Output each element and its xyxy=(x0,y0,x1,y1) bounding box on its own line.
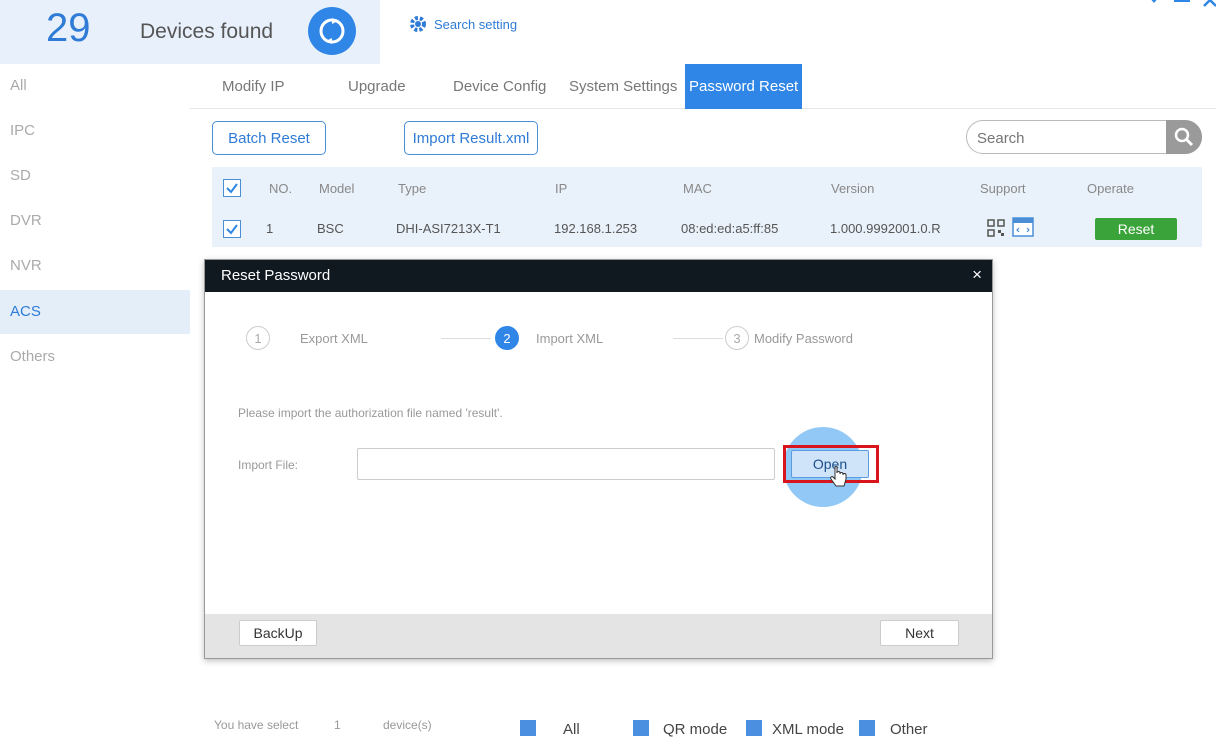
import-file-label: Import File: xyxy=(238,458,299,472)
function-tabs: Modify IP Upgrade Device Config System S… xyxy=(190,64,1216,109)
step-2-label: Import XML xyxy=(536,331,604,346)
category-sidebar: All IPC SD DVR NVR ACS Others xyxy=(0,64,190,736)
cell-type: DHI-ASI7213X-T1 xyxy=(396,221,501,236)
column-header-type: Type xyxy=(398,181,427,196)
close-icon[interactable] xyxy=(1202,0,1216,8)
step-connector xyxy=(673,338,723,339)
dialog-titlebar: Reset Password × xyxy=(205,260,992,292)
step-3-circle: 3 xyxy=(725,326,749,350)
search-button[interactable] xyxy=(1166,120,1202,154)
dialog-title: Reset Password xyxy=(221,267,331,284)
legend-other-label: Other xyxy=(890,721,928,738)
column-header-no: NO. xyxy=(269,181,293,196)
next-button[interactable]: Next xyxy=(880,620,959,646)
search-box xyxy=(966,120,1202,154)
step-1-label: Export XML xyxy=(300,331,368,346)
device-count-panel: 29 Devices found xyxy=(0,0,380,64)
devices-found-label: Devices found xyxy=(140,20,274,43)
cell-ip: 192.168.1.253 xyxy=(554,221,638,236)
dropdown-icon[interactable] xyxy=(1146,0,1162,8)
legend-xml-swatch xyxy=(746,720,762,736)
select-all-checkbox[interactable] xyxy=(223,179,241,197)
tab-modify-ip[interactable]: Modify IP xyxy=(222,64,285,109)
sidebar-item-ipc[interactable]: IPC xyxy=(0,109,190,153)
dialog-footer: BackUp Next xyxy=(205,614,992,658)
selected-count: 1 xyxy=(334,718,341,732)
step-2-circle: 2 xyxy=(495,326,519,350)
cell-mac: 08:ed:ed:a5:ff:85 xyxy=(681,221,779,236)
import-file-field[interactable] xyxy=(357,448,775,480)
import-result-button[interactable]: Import Result.xml xyxy=(404,121,538,155)
search-icon xyxy=(1174,127,1194,147)
legend-qr-swatch xyxy=(633,720,649,736)
sidebar-item-all[interactable]: All xyxy=(0,64,190,108)
search-input[interactable] xyxy=(977,127,1167,149)
selection-status-bar: You have select 1 device(s) All QR mode … xyxy=(0,712,1216,738)
tab-password-reset[interactable]: Password Reset xyxy=(685,64,803,109)
qr-code-icon xyxy=(987,219,1005,237)
minimize-icon[interactable] xyxy=(1172,0,1192,8)
dialog-close-button[interactable]: × xyxy=(972,265,982,285)
sidebar-item-acs[interactable]: ACS xyxy=(0,290,190,334)
tab-device-config[interactable]: Device Config xyxy=(453,64,546,109)
device-table-header: NO. Model Type IP MAC Version Support Op… xyxy=(212,167,1202,211)
column-header-mac: MAC xyxy=(683,181,712,196)
legend-all-label: All xyxy=(563,721,580,738)
reset-button[interactable]: Reset xyxy=(1095,218,1177,240)
checkmark-icon xyxy=(226,224,238,235)
reset-password-dialog: Reset Password × 1 Export XML 2 Import X… xyxy=(204,259,993,659)
refresh-button[interactable] xyxy=(308,7,356,55)
column-header-ip: IP xyxy=(555,181,568,196)
step-connector xyxy=(441,338,491,339)
column-header-support: Support xyxy=(980,181,1026,196)
tab-system-settings[interactable]: System Settings xyxy=(569,64,677,109)
legend-all-swatch xyxy=(520,720,536,736)
checkmark-icon xyxy=(226,183,238,194)
app-header: 29 Devices found Search setting xyxy=(0,0,1216,64)
cell-model: BSC xyxy=(317,221,344,236)
window-controls xyxy=(1146,0,1216,8)
sidebar-item-nvr[interactable]: NVR xyxy=(0,244,190,288)
sidebar-item-dvr[interactable]: DVR xyxy=(0,199,190,243)
column-header-version: Version xyxy=(831,181,875,196)
cell-version: 1.000.9992001.0.R xyxy=(830,221,941,236)
step-1-circle: 1 xyxy=(246,326,270,350)
instruction-text: Please import the authorization file nam… xyxy=(238,406,503,420)
step-3-label: Modify Password xyxy=(754,331,853,346)
batch-reset-button[interactable]: Batch Reset xyxy=(212,121,326,155)
gear-icon xyxy=(410,16,426,32)
search-setting-label: Search setting xyxy=(434,16,518,32)
legend-other-swatch xyxy=(859,720,875,736)
you-have-select-label: You have select xyxy=(214,718,299,732)
column-header-operate: Operate xyxy=(1087,181,1134,196)
devices-suffix-label: device(s) xyxy=(383,718,432,732)
legend-qr-label: QR mode xyxy=(663,721,728,738)
row-checkbox[interactable] xyxy=(223,220,241,238)
search-setting-button[interactable]: Search setting xyxy=(408,14,517,34)
refresh-icon xyxy=(319,18,345,44)
table-row[interactable]: 1 BSC DHI-ASI7213X-T1 192.168.1.253 08:e… xyxy=(212,211,1202,247)
sidebar-item-others[interactable]: Others xyxy=(0,335,190,379)
legend-xml-label: XML mode xyxy=(772,721,844,738)
backup-button[interactable]: BackUp xyxy=(239,620,317,646)
sidebar-item-sd[interactable]: SD xyxy=(0,154,190,198)
column-header-model: Model xyxy=(319,181,355,196)
hand-cursor-icon xyxy=(830,466,847,487)
xml-file-icon xyxy=(1012,217,1034,237)
device-count: 29 xyxy=(46,6,91,50)
tab-upgrade[interactable]: Upgrade xyxy=(348,64,406,109)
cell-no: 1 xyxy=(266,221,274,236)
